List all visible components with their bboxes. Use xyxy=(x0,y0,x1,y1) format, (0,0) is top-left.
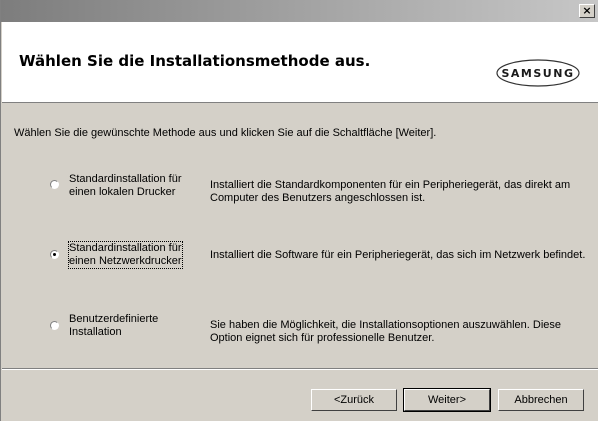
close-icon: × xyxy=(582,4,592,17)
option-label: Standardinstallation für einen Netzwerkd… xyxy=(68,241,183,269)
option-label: Benutzerdefinierte Installation xyxy=(69,313,159,338)
option-description: Installiert die Software für ein Periphe… xyxy=(210,249,586,261)
title-bar: × xyxy=(1,0,598,22)
logo-text: SAMSUNG xyxy=(502,67,575,80)
close-button[interactable]: × xyxy=(579,4,595,18)
radio-custom-installation[interactable] xyxy=(50,321,59,330)
content-area: Wählen Sie die gewünschte Methode aus un… xyxy=(2,103,598,368)
instruction-text: Wählen Sie die gewünschte Methode aus un… xyxy=(14,127,437,139)
installer-window: × Wählen Sie die Installationsmethode au… xyxy=(0,0,598,421)
option-description: Sie haben die Möglichkeit, die Installat… xyxy=(210,319,562,344)
cancel-button[interactable]: Abbrechen xyxy=(498,389,584,411)
radio-network-printer[interactable] xyxy=(50,250,59,259)
next-button[interactable]: Weiter> xyxy=(403,388,491,412)
footer-separator xyxy=(2,368,598,370)
back-button[interactable]: <Zurück xyxy=(311,389,397,411)
option-description: Installiert die Standardkomponenten für … xyxy=(210,179,571,204)
samsung-logo: SAMSUNG xyxy=(496,58,580,88)
header-panel: Wählen Sie die Installationsmethode aus.… xyxy=(2,22,598,103)
radio-local-printer[interactable] xyxy=(50,180,59,189)
page-title: Wählen Sie die Installationsmethode aus. xyxy=(19,52,371,70)
option-label: Standardinstallation für einen lokalen D… xyxy=(69,173,182,198)
